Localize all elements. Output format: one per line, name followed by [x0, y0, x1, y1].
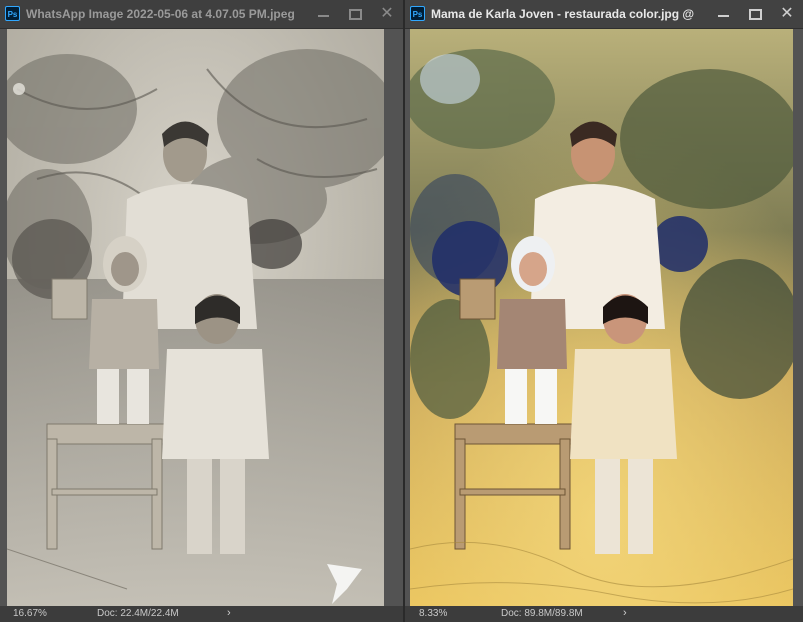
- doc-size-info: Doc: 22.4M/22.4M: [97, 608, 179, 619]
- maximize-button[interactable]: [339, 0, 371, 28]
- zoom-level[interactable]: 16.67%: [13, 608, 47, 619]
- document-window-original[interactable]: Ps WhatsApp Image 2022-05-06 at 4.07.05 …: [0, 0, 403, 622]
- minimize-icon: [317, 15, 329, 17]
- status-bar: 8.33% Doc: 89.8M/89.8M ›: [405, 606, 803, 622]
- close-icon: ✕: [780, 5, 794, 22]
- document-window-restored[interactable]: Ps Mama de Karla Joven - restaurada colo…: [405, 0, 803, 622]
- document-title: WhatsApp Image 2022-05-06 at 4.07.05 PM.…: [26, 7, 296, 21]
- image-canvas-restored-photo[interactable]: [410, 29, 793, 606]
- close-button[interactable]: ✕: [371, 0, 403, 28]
- close-icon: ✕: [380, 5, 394, 22]
- zoom-level[interactable]: 8.33%: [419, 608, 447, 619]
- image-canvas-original-photo[interactable]: [7, 29, 384, 606]
- title-bar[interactable]: Ps Mama de Karla Joven - restaurada colo…: [405, 0, 803, 29]
- maximize-button[interactable]: [739, 0, 771, 28]
- maximize-icon: [748, 8, 762, 20]
- colorized-family-photo-image: [410, 29, 793, 606]
- photoshop-icon: Ps: [410, 6, 425, 21]
- document-title: Mama de Karla Joven - restaurada color.j…: [431, 7, 696, 21]
- photoshop-icon: Ps: [5, 6, 20, 21]
- minimize-icon: [717, 15, 729, 17]
- minimize-button[interactable]: [307, 0, 339, 28]
- doc-size-info: Doc: 89.8M/89.8M: [501, 608, 583, 619]
- minimize-button[interactable]: [707, 0, 739, 28]
- title-bar[interactable]: Ps WhatsApp Image 2022-05-06 at 4.07.05 …: [0, 0, 403, 29]
- status-menu-arrow-icon[interactable]: ›: [227, 607, 231, 619]
- maximize-icon: [348, 8, 362, 20]
- status-bar: 16.67% Doc: 22.4M/22.4M ›: [0, 606, 403, 622]
- close-button[interactable]: ✕: [771, 0, 803, 28]
- sepia-family-photo-image: [7, 29, 384, 606]
- status-menu-arrow-icon[interactable]: ›: [623, 607, 627, 619]
